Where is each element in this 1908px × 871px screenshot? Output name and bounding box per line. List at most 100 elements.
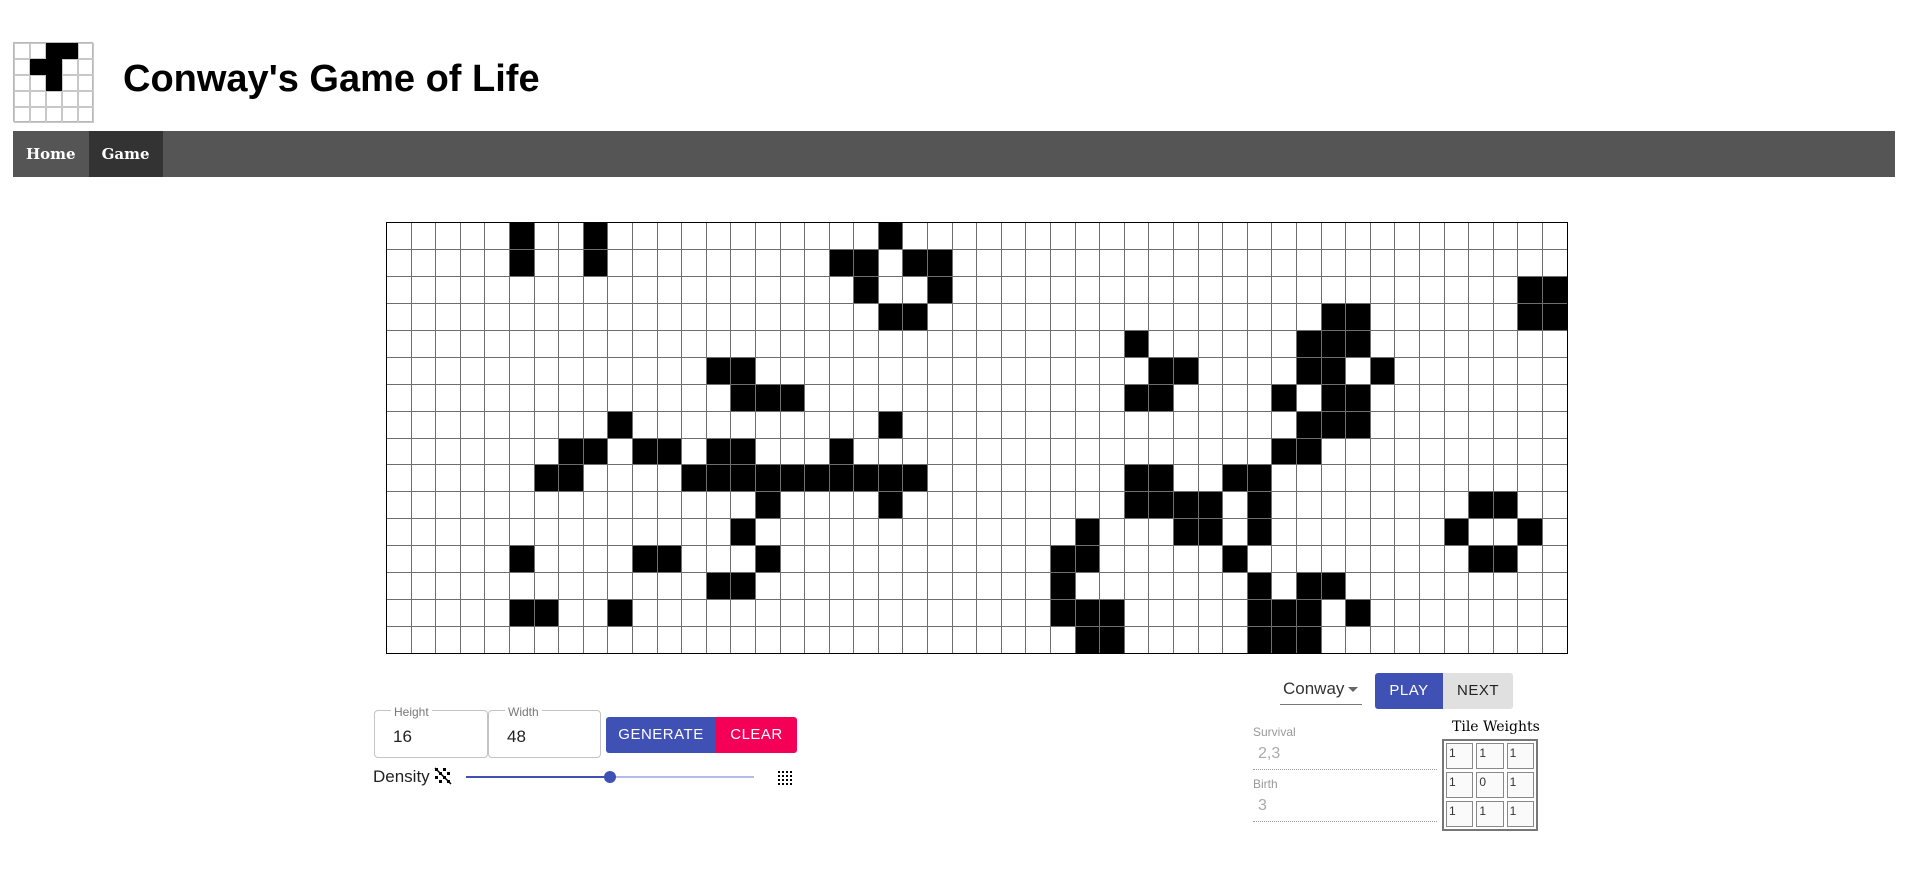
board-cell[interactable] <box>632 357 657 384</box>
board-cell[interactable] <box>780 276 805 303</box>
board-cell[interactable] <box>534 223 559 249</box>
board-cell[interactable] <box>485 573 509 600</box>
board-cell[interactable] <box>1026 546 1051 573</box>
board-cell[interactable] <box>1370 438 1395 465</box>
board-cell[interactable] <box>878 546 903 573</box>
board-cell[interactable] <box>411 330 436 357</box>
board-cell[interactable] <box>1075 573 1100 600</box>
board-cell[interactable] <box>1272 384 1296 411</box>
board-cell[interactable] <box>559 223 583 249</box>
board-cell[interactable] <box>928 384 952 411</box>
density-slider[interactable] <box>466 771 754 783</box>
board-cell[interactable] <box>411 276 436 303</box>
board-cell[interactable] <box>485 303 509 330</box>
board-cell[interactable] <box>780 438 805 465</box>
board-cell[interactable] <box>1223 223 1247 249</box>
board-cell[interactable] <box>878 357 903 384</box>
board-cell[interactable] <box>1469 465 1493 492</box>
board-cell[interactable] <box>1272 303 1296 330</box>
board-cell[interactable] <box>1247 627 1272 653</box>
board-cell[interactable] <box>755 492 780 519</box>
board-cell[interactable] <box>1272 627 1296 653</box>
board-cell[interactable] <box>928 492 952 519</box>
board-cell[interactable] <box>706 384 731 411</box>
board-cell[interactable] <box>1223 627 1247 653</box>
board-cell[interactable] <box>1223 546 1247 573</box>
board-cell[interactable] <box>509 357 534 384</box>
board-cell[interactable] <box>1001 276 1026 303</box>
board-cell[interactable] <box>1001 573 1026 600</box>
board-cell[interactable] <box>1198 492 1223 519</box>
weight-cell[interactable]: 1 <box>1506 801 1534 827</box>
board-cell[interactable] <box>829 384 854 411</box>
board-cell[interactable] <box>534 627 559 653</box>
board-cell[interactable] <box>829 276 854 303</box>
board-cell[interactable] <box>1321 438 1346 465</box>
board-cell[interactable] <box>1444 303 1469 330</box>
board-cell[interactable] <box>1149 600 1173 627</box>
board-cell[interactable] <box>632 519 657 546</box>
board-cell[interactable] <box>1223 249 1247 276</box>
board-cell[interactable] <box>1247 573 1272 600</box>
next-button[interactable]: NEXT <box>1443 673 1513 709</box>
board-cell[interactable] <box>731 519 755 546</box>
board-cell[interactable] <box>731 303 755 330</box>
board-cell[interactable] <box>1395 249 1419 276</box>
board-cell[interactable] <box>1518 330 1542 357</box>
board-cell[interactable] <box>682 249 706 276</box>
board-cell[interactable] <box>1174 627 1198 653</box>
board-cell[interactable] <box>1100 384 1124 411</box>
board-cell[interactable] <box>387 492 411 519</box>
board-cell[interactable] <box>1149 546 1173 573</box>
board-cell[interactable] <box>1001 223 1026 249</box>
board-cell[interactable] <box>583 384 608 411</box>
board-cell[interactable] <box>1370 600 1395 627</box>
board-cell[interactable] <box>1370 546 1395 573</box>
board-cell[interactable] <box>460 600 485 627</box>
board-cell[interactable] <box>1272 223 1296 249</box>
board-cell[interactable] <box>903 357 928 384</box>
board-cell[interactable] <box>928 519 952 546</box>
board-cell[interactable] <box>632 384 657 411</box>
board-cell[interactable] <box>1124 519 1149 546</box>
board-cell[interactable] <box>657 249 682 276</box>
board-cell[interactable] <box>583 357 608 384</box>
board-cell[interactable] <box>1026 411 1051 438</box>
board-cell[interactable] <box>1419 627 1444 653</box>
board-cell[interactable] <box>731 573 755 600</box>
board-cell[interactable] <box>1542 411 1567 438</box>
board-cell[interactable] <box>928 546 952 573</box>
board-cell[interactable] <box>977 627 1001 653</box>
board-cell[interactable] <box>1469 276 1493 303</box>
board-cell[interactable] <box>805 303 829 330</box>
board-cell[interactable] <box>682 357 706 384</box>
board-cell[interactable] <box>682 384 706 411</box>
board-cell[interactable] <box>436 600 460 627</box>
board-cell[interactable] <box>829 627 854 653</box>
board-cell[interactable] <box>1075 411 1100 438</box>
board-cell[interactable] <box>854 411 878 438</box>
board-cell[interactable] <box>1419 492 1444 519</box>
board-cell[interactable] <box>1272 573 1296 600</box>
board-cell[interactable] <box>1346 600 1370 627</box>
board-cell[interactable] <box>1051 357 1075 384</box>
board-cell[interactable] <box>1542 465 1567 492</box>
board-cell[interactable] <box>534 492 559 519</box>
board-cell[interactable] <box>805 276 829 303</box>
board-cell[interactable] <box>682 465 706 492</box>
board-cell[interactable] <box>559 573 583 600</box>
board-cell[interactable] <box>755 330 780 357</box>
board-cell[interactable] <box>1051 223 1075 249</box>
board-cell[interactable] <box>755 249 780 276</box>
board-cell[interactable] <box>1395 600 1419 627</box>
nav-home[interactable]: Home <box>13 131 89 177</box>
board-cell[interactable] <box>805 438 829 465</box>
board-cell[interactable] <box>1542 357 1567 384</box>
board-cell[interactable] <box>928 438 952 465</box>
board-cell[interactable] <box>436 384 460 411</box>
board-cell[interactable] <box>1075 330 1100 357</box>
board-cell[interactable] <box>583 249 608 276</box>
board-cell[interactable] <box>682 573 706 600</box>
board-cell[interactable] <box>706 600 731 627</box>
board-cell[interactable] <box>829 546 854 573</box>
